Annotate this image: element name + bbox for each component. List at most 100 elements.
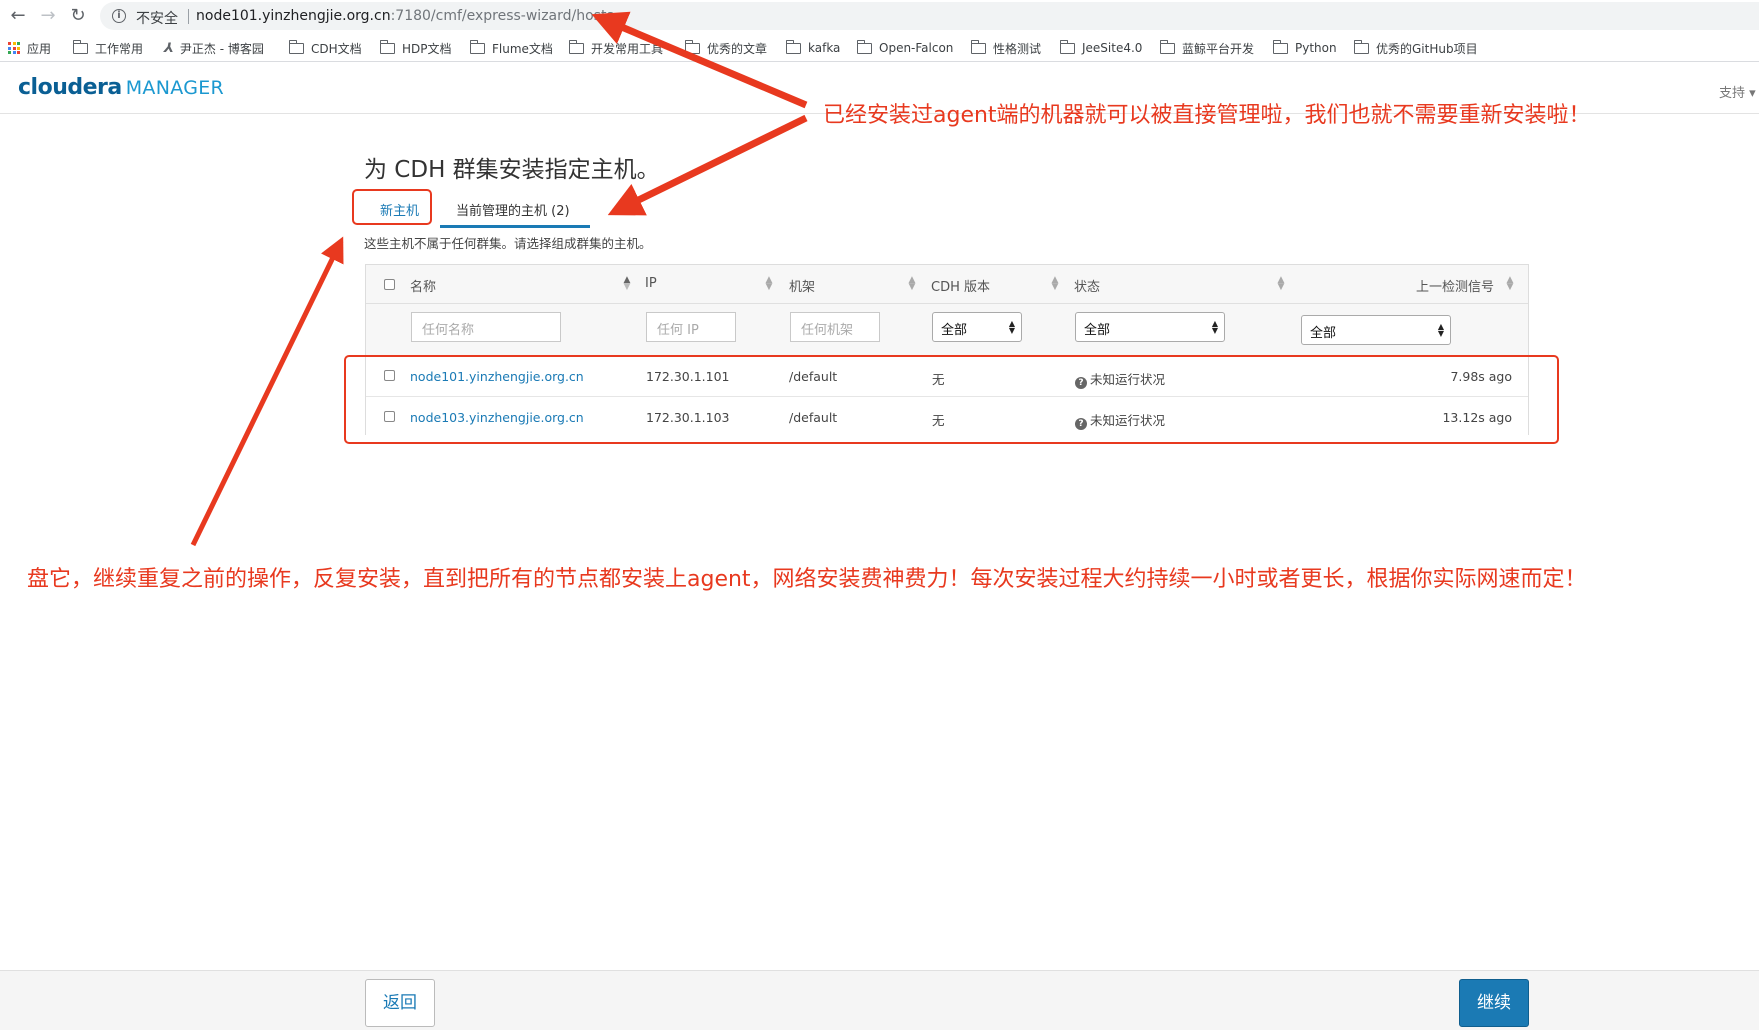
sort-icon[interactable]: ▲ ▼	[1277, 276, 1285, 292]
bookmark-label: 性格测试	[993, 41, 1042, 56]
bookmark-label: JeeSite4.0	[1082, 41, 1143, 55]
bookmark-folder[interactable]: 优秀的GitHub项目	[1353, 39, 1478, 57]
security-label: 不安全	[136, 11, 178, 27]
annotation-note-bottom: 盘它，继续重复之前的操作，反复安装，直到把所有的节点都安装上agent，网络安装…	[27, 567, 1587, 592]
bookmark-folder[interactable]: 性格测试	[970, 39, 1042, 57]
url-path: :7180/cmf/express-wizard/hosts	[390, 8, 614, 24]
tab-description: 这些主机不属于任何群集。请选择组成群集的主机。	[364, 236, 652, 251]
bookmark-folder[interactable]: Python	[1272, 39, 1337, 57]
sort-icon[interactable]: ▲ ▼	[765, 276, 773, 292]
bookmark-folder[interactable]: 优秀的文章	[684, 39, 768, 57]
bookmark-label: HDP文档	[402, 41, 452, 56]
folder-icon	[785, 39, 801, 54]
cloudera-manager-logo[interactable]: cloudera MANAGER	[18, 75, 224, 100]
bookmark-apps[interactable]: 应用	[8, 39, 51, 57]
active-tab-indicator	[440, 225, 590, 228]
column-header-rack[interactable]: 机架	[789, 276, 815, 295]
status-filter-select[interactable]: 全部 ▲ ▼	[1075, 312, 1225, 342]
annotation-highlight-host-rows	[344, 355, 1559, 444]
url-host: node101.yinzhengjie.org.cn	[196, 8, 391, 24]
bookmark-folder[interactable]: HDP文档	[379, 39, 452, 57]
sort-icon[interactable]: ▲ ▼	[1051, 276, 1059, 292]
folder-icon	[379, 39, 395, 54]
info-icon[interactable]: i	[112, 9, 126, 23]
blog-icon: ⅄	[163, 40, 173, 56]
bookmark-label: 优秀的文章	[707, 41, 768, 56]
folder-icon	[469, 39, 485, 54]
select-arrows-icon: ▲ ▼	[1437, 322, 1444, 338]
bookmark-label: 工作常用	[95, 41, 144, 56]
bookmark-folder[interactable]: JeeSite4.0	[1059, 39, 1143, 57]
sort-icon[interactable]: ▲ ▼	[908, 276, 916, 292]
select-arrows-icon: ▲ ▼	[1008, 319, 1015, 335]
logo-cloudera-text: cloudera	[18, 75, 122, 100]
bookmark-folder[interactable]: CDH文档	[288, 39, 362, 57]
column-header-status[interactable]: 状态	[1074, 276, 1100, 295]
page-title: 为 CDH 群集安装指定主机。	[364, 157, 660, 183]
folder-icon	[1159, 39, 1175, 54]
bookmark-label: 优秀的GitHub项目	[1376, 41, 1478, 56]
annotation-note-top: 已经安装过agent端的机器就可以被直接管理啦，我们也就不需要重新安装啦！	[823, 103, 1591, 128]
support-menu[interactable]: 支持 ▾	[1719, 82, 1759, 101]
address-bar[interactable]: i 不安全 node101.yinzhengjie.org.cn:7180/cm…	[100, 2, 1759, 30]
bookmark-label: 尹正杰 - 博客园	[179, 41, 264, 56]
column-header-ip[interactable]: IP	[645, 276, 657, 291]
select-arrows-icon: ▲ ▼	[1211, 319, 1218, 335]
sort-icon[interactable]: ▲ ▼	[623, 276, 631, 292]
bookmark-folder[interactable]: Flume文档	[469, 39, 553, 57]
folder-icon	[72, 39, 88, 54]
heartbeat-filter-select[interactable]: 全部 ▲ ▼	[1301, 315, 1451, 345]
cdh-version-filter-select[interactable]: 全部 ▲ ▼	[932, 312, 1022, 342]
annotation-highlight-new-hosts-tab	[352, 189, 432, 225]
folder-icon	[1353, 39, 1369, 54]
browser-toolbar: ← → ↻ i 不安全 node101.yinzhengjie.org.cn:7…	[0, 0, 1759, 32]
sort-icon[interactable]: ▲ ▼	[1506, 276, 1514, 292]
folder-icon	[288, 39, 304, 54]
folder-icon	[1059, 39, 1075, 54]
bookmark-label: Open-Falcon	[879, 41, 954, 55]
apps-grid-icon	[8, 42, 20, 54]
bookmark-folder[interactable]: 工作常用	[72, 39, 144, 57]
folder-icon	[970, 39, 986, 54]
name-filter-input[interactable]: 任何名称	[411, 312, 561, 342]
logo-manager-text: MANAGER	[125, 77, 225, 99]
annotation-arrows	[190, 11, 808, 547]
rack-filter-input[interactable]: 任何机架	[790, 312, 880, 342]
filter-row: 任何名称 任何 IP 任何机架 全部 ▲ ▼ 全部 ▲ ▼ 全部 ▲ ▼	[366, 304, 1528, 356]
select-value: 全部	[1310, 326, 1337, 341]
tab-currently-managed-hosts[interactable]: 当前管理的主机 (2)	[456, 200, 570, 219]
select-all-checkbox[interactable]	[384, 279, 395, 290]
column-header-last-heartbeat[interactable]: 上一检测信号	[1416, 276, 1494, 295]
bookmark-label: CDH文档	[311, 41, 362, 56]
url-text[interactable]: node101.yinzhengjie.org.cn:7180/cmf/expr…	[196, 8, 614, 24]
wizard-footer: 返回 继续	[0, 970, 1759, 1030]
reload-icon[interactable]: ↻	[66, 4, 90, 28]
arrow-to-new-hosts-tab	[190, 236, 344, 547]
folder-icon	[684, 39, 700, 54]
bookmark-label: 开发常用工具	[591, 41, 664, 56]
forward-arrow-icon[interactable]: →	[36, 4, 60, 28]
bookmark-folder[interactable]: 蓝鲸平台开发	[1159, 39, 1255, 57]
select-value: 全部	[941, 323, 968, 338]
back-arrow-icon[interactable]: ←	[6, 4, 30, 28]
url-divider	[188, 9, 189, 24]
bookmarks-bar: 应用 工作常用 ⅄ 尹正杰 - 博客园 CDH文档 HDP文档 Flume文档 开…	[0, 34, 1759, 62]
column-header-name[interactable]: 名称	[410, 276, 436, 295]
bookmark-folder[interactable]: Open-Falcon	[856, 39, 954, 57]
folder-icon	[856, 39, 872, 54]
table-header: 名称 ▲ ▼ IP ▲ ▼ 机架 ▲ ▼ CDH 版本 ▲ ▼ 状态 ▲ ▼ 上一检测信号…	[366, 265, 1528, 304]
bookmark-label: Flume文档	[492, 41, 553, 56]
back-button[interactable]: 返回	[365, 979, 435, 1027]
bookmark-folder[interactable]: kafka	[785, 39, 841, 57]
folder-icon	[1272, 39, 1288, 54]
bookmark-folder[interactable]: 开发常用工具	[568, 39, 664, 57]
continue-button[interactable]: 继续	[1459, 979, 1529, 1027]
column-header-cdh-version[interactable]: CDH 版本	[931, 276, 990, 295]
bookmark-label: kafka	[808, 41, 841, 55]
ip-filter-input[interactable]: 任何 IP	[646, 312, 736, 342]
bookmark-label: 蓝鲸平台开发	[1182, 41, 1255, 56]
folder-icon	[568, 39, 584, 54]
select-value: 全部	[1084, 323, 1111, 338]
bookmark-label: Python	[1295, 41, 1337, 55]
bookmark-link[interactable]: ⅄ 尹正杰 - 博客园	[163, 39, 264, 57]
